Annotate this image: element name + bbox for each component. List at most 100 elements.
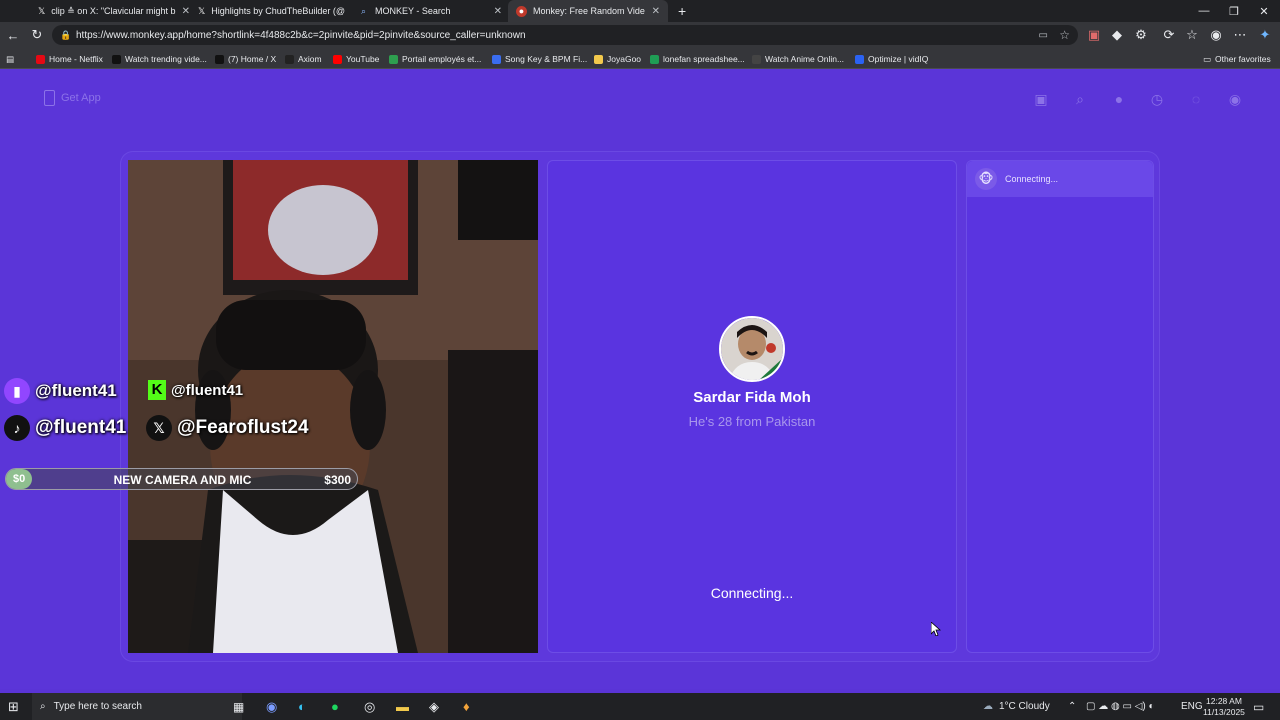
kick-handle: K @fluent41 <box>148 380 243 400</box>
url-text: https://www.monkey.app/home?shortlink=4f… <box>76 29 526 41</box>
lock-icon: 🔒 <box>60 29 72 40</box>
app2-icon[interactable]: ◈ <box>429 693 439 720</box>
file-explorer-icon[interactable]: ▬ <box>396 693 409 720</box>
taskbar: ⊞ ⌕ Type here to search ▦ ◉ ◐ ● ◎ ▬ ◈ ♦ … <box>0 693 1280 720</box>
tab-monkey[interactable]: ● Monkey: Free Random Vide ✕ <box>508 0 668 22</box>
axiom-icon <box>285 54 294 64</box>
bookmark-youtube[interactable]: YouTube <box>333 52 379 66</box>
cloud-icon: ☁ <box>983 701 993 712</box>
close-icon[interactable]: ✕ <box>494 6 502 17</box>
language-indicator[interactable]: ENG <box>1181 693 1203 720</box>
weather-text: 1°C Cloudy <box>999 701 1050 712</box>
notification-icon[interactable]: ▭ <box>1253 693 1264 720</box>
x-icon: 𝕏 <box>198 5 206 16</box>
diamond-icon[interactable]: ◆ <box>1108 26 1126 44</box>
star-icon[interactable]: ☆ <box>1059 28 1070 42</box>
profile-avatar-icon[interactable]: ◉ <box>1226 90 1244 108</box>
edge-icon[interactable]: ◐ <box>298 693 306 720</box>
search-icon[interactable]: ⌕ <box>1071 90 1089 108</box>
mouse-cursor-icon <box>931 622 941 636</box>
bookmark-vidiq[interactable]: Optimize | vidIQ <box>855 52 928 66</box>
tab-title: clip ≙ on X: "Clavicular might b <box>51 5 176 16</box>
sync-icon[interactable]: ⟳ <box>1160 26 1178 44</box>
tab-title: Highlights by ChudTheBuilder (@ <box>211 6 345 16</box>
chat-status-text: Connecting... <box>1005 174 1059 184</box>
bookmark-anime[interactable]: Watch Anime Onlin... <box>752 52 844 66</box>
tab-monkey-search[interactable]: ⌕ MONKEY - Search ✕ <box>350 0 510 22</box>
bookmark-netflix[interactable]: Home - Netflix <box>36 52 103 66</box>
peer-panel <box>547 160 957 653</box>
back-icon[interactable]: ← <box>4 26 22 44</box>
copilot-icon[interactable]: ✦ <box>1256 26 1274 44</box>
obs-icon[interactable]: ◎ <box>364 693 375 720</box>
close-icon[interactable]: ✕ <box>652 6 660 17</box>
profile-icon[interactable]: ◉ <box>1207 26 1225 44</box>
tab-clip[interactable]: 𝕏 clip ≙ on X: "Clavicular might b ✕ <box>30 0 190 22</box>
close-window-icon[interactable]: ✕ <box>1248 0 1280 22</box>
monkey-icon: ● <box>516 5 527 17</box>
puzzle-icon[interactable]: ⚙ <box>1132 26 1150 44</box>
task-view-icon[interactable]: ▦ <box>233 693 244 720</box>
close-icon[interactable]: ✕ <box>182 6 190 17</box>
coin-icon[interactable]: ● <box>1110 90 1128 108</box>
menu-icon[interactable]: ⋯ <box>1231 26 1249 44</box>
bookmark-portail[interactable]: Portail employés et... <box>389 52 481 66</box>
webcam-feed <box>128 160 538 653</box>
search-icon: ⌕ <box>360 5 367 16</box>
tray-icons[interactable]: ▢ ☁ ◍ ▭ ◁) ◐ <box>1086 693 1155 720</box>
get-app-label: Get App <box>61 92 101 104</box>
windows-start-icon[interactable]: ⊞ <box>8 693 19 720</box>
x-icon: 𝕏 <box>146 415 172 441</box>
favorites-icon[interactable]: ☆ <box>1183 26 1201 44</box>
history-icon[interactable]: ◷ <box>1148 90 1166 108</box>
get-app-button[interactable]: Get App <box>44 90 101 106</box>
app3-icon[interactable]: ♦ <box>463 693 470 720</box>
clock-date: 11/13/2025 <box>1203 706 1245 717</box>
bookmark-x[interactable]: (7) Home / X <box>215 52 276 66</box>
cast-icon[interactable]: ▭ <box>1039 30 1048 41</box>
bookmark-lonefan[interactable]: lonefan spreadshee... <box>650 52 745 66</box>
search-icon: ⌕ <box>40 701 46 712</box>
taskbar-search-text: Type here to search <box>53 701 142 712</box>
x-icon: 𝕏 <box>38 5 46 16</box>
twitch-handle-text: @fluent41 <box>35 381 117 400</box>
other-favorites[interactable]: ▭ Other favorites <box>1203 52 1271 66</box>
minimize-icon[interactable]: — <box>1188 0 1220 22</box>
tab-title: MONKEY - Search <box>375 6 451 16</box>
goal-label: NEW CAMERA AND MIC <box>113 473 252 487</box>
clock[interactable]: 12:28 AM 11/13/2025 <box>1203 693 1245 720</box>
anime-icon <box>752 54 761 64</box>
tray-chevron-icon[interactable]: ⌃ <box>1068 693 1076 720</box>
x-handle-text: @Fearoflust24 <box>177 417 309 438</box>
folder-icon: ▭ <box>1203 53 1212 64</box>
peer-name: Sardar Fida Moh <box>693 389 811 406</box>
bookmark-folder-icon[interactable]: ▤ <box>6 52 14 66</box>
store-icon[interactable]: ▣ <box>1032 90 1050 108</box>
self-video <box>128 160 538 653</box>
chat-icon[interactable]: ◌ <box>1187 90 1205 108</box>
refresh-icon[interactable]: ↻ <box>28 26 46 44</box>
tab-title: Monkey: Free Random Vide <box>533 6 645 16</box>
spotify-icon[interactable]: ● <box>331 693 339 720</box>
kick-icon: K <box>148 380 166 400</box>
peer-photo <box>721 318 783 380</box>
bookmark-tiktok[interactable]: Watch trending vide... <box>112 52 207 66</box>
monkey-icon: 🐵 <box>975 168 997 190</box>
peer-info: He's 28 from Pakistan <box>688 414 816 429</box>
new-tab-button[interactable]: + <box>670 0 690 22</box>
bookmark-joyagoo[interactable]: JoyaGoo <box>594 52 641 66</box>
app-icon[interactable]: ◉ <box>266 693 277 720</box>
maximize-icon[interactable]: ❐ <box>1218 0 1250 22</box>
url-field[interactable]: 🔒 https://www.monkey.app/home?shortlink=… <box>52 25 1078 45</box>
peer-avatar[interactable] <box>719 316 785 382</box>
bookmark-songkey[interactable]: Song Key & BPM Fi... <box>492 52 587 66</box>
extension-icon[interactable]: ▣ <box>1085 26 1103 44</box>
taskbar-search[interactable]: ⌕ Type here to search <box>32 693 242 720</box>
songkey-icon <box>492 54 501 64</box>
tiktok-icon <box>112 54 121 64</box>
tab-highlights[interactable]: 𝕏 Highlights by ChudTheBuilder (@ ✕ <box>190 0 350 22</box>
bookmark-axiom[interactable]: Axiom <box>285 52 322 66</box>
clock-time: 12:28 AM <box>1206 695 1242 706</box>
youtube-icon <box>333 54 342 64</box>
weather-widget[interactable]: ☁ 1°C Cloudy <box>983 693 1050 720</box>
